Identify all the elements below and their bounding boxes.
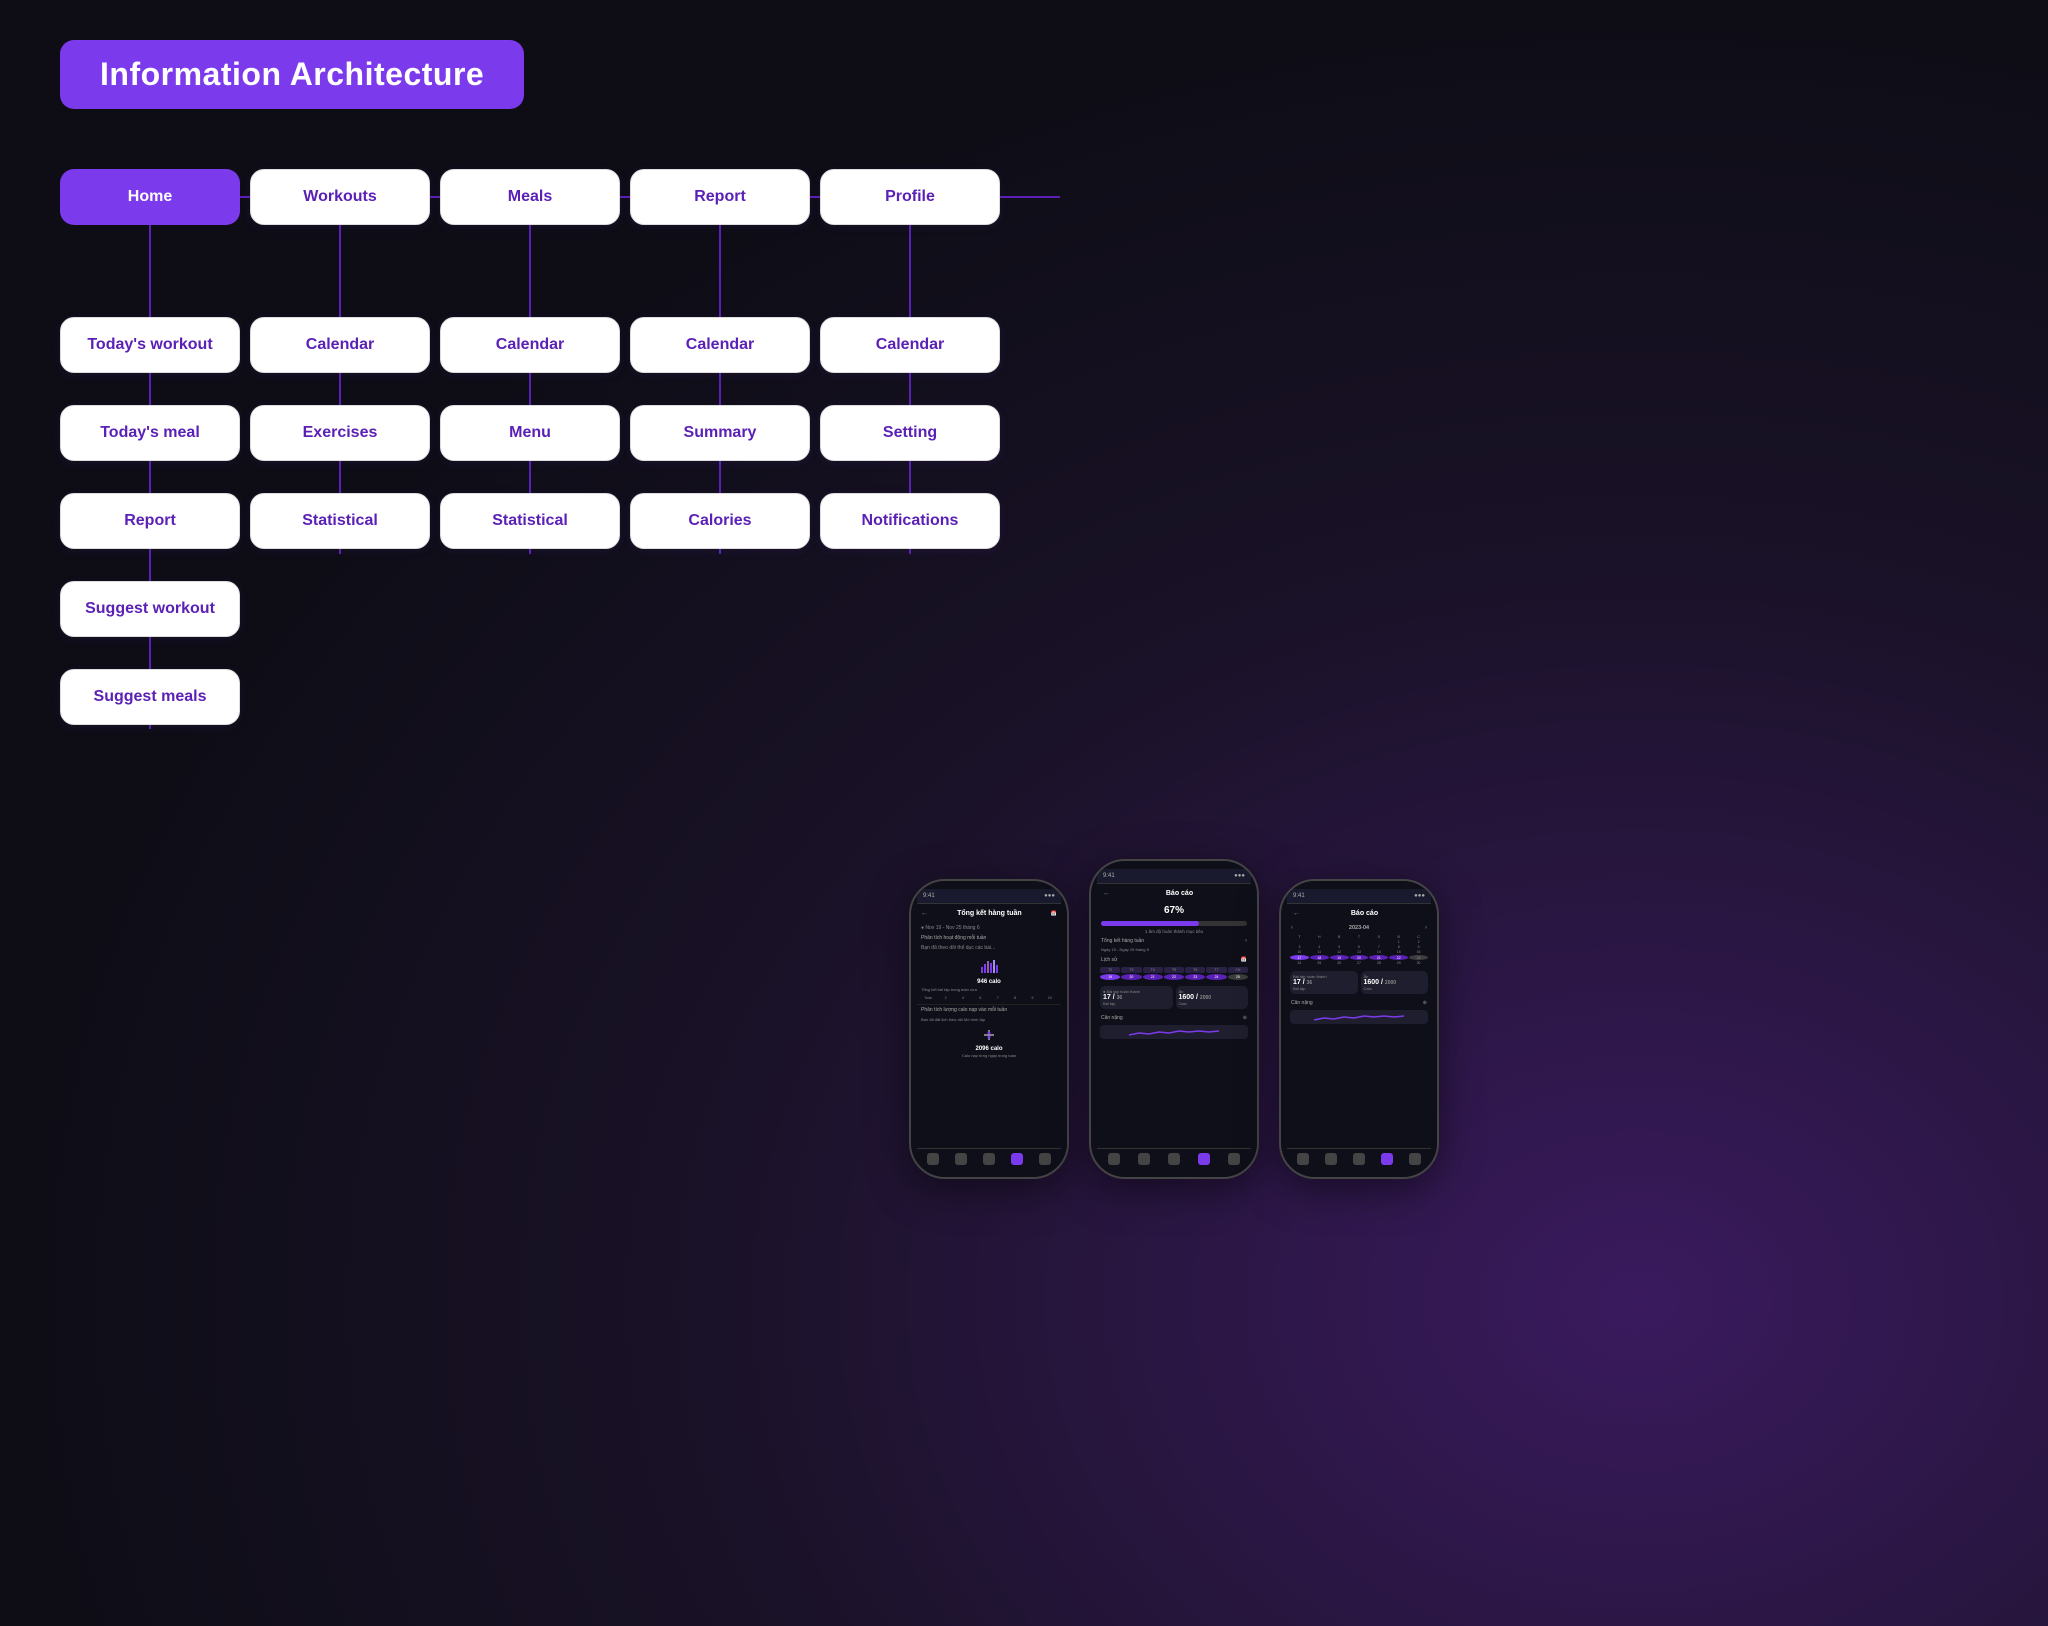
profile-calendar[interactable]: Calendar <box>820 317 1000 373</box>
page-title: Information Architecture <box>100 56 484 93</box>
phones-section: 9:41 ●●● ← Tổng kết hàng tuần 📅 ● Nov 19… <box>60 859 1988 1179</box>
phone3-nav-profile[interactable] <box>1409 1153 1421 1165</box>
nav-home[interactable]: Home <box>60 169 240 225</box>
nav-workouts[interactable]: Workouts <box>250 169 430 225</box>
phone3-nav-meal[interactable] <box>1353 1153 1365 1165</box>
profile-setting[interactable]: Setting <box>820 405 1000 461</box>
meals-menu[interactable]: Menu <box>440 405 620 461</box>
nav-profile[interactable]: Profile <box>820 169 1000 225</box>
report-summary[interactable]: Summary <box>630 405 810 461</box>
home-report[interactable]: Report <box>60 493 240 549</box>
ia-diagram: Home Workouts Meals Report Profile Today… <box>60 169 1110 819</box>
nav-report[interactable]: Report <box>630 169 810 225</box>
workouts-statistical[interactable]: Statistical <box>250 493 430 549</box>
home-today-workout[interactable]: Today's workout <box>60 317 240 373</box>
phone1-nav-home[interactable] <box>927 1153 939 1165</box>
profile-notifications[interactable]: Notifications <box>820 493 1000 549</box>
phone1-nav-meal[interactable] <box>983 1153 995 1165</box>
phone2-nav-home[interactable] <box>1108 1153 1120 1165</box>
phone3-nav-report[interactable] <box>1381 1153 1393 1165</box>
phone2-percent: 67% <box>1097 903 1251 918</box>
phone3-nav-home[interactable] <box>1297 1153 1309 1165</box>
phone3-nav-workout[interactable] <box>1325 1153 1337 1165</box>
phone3-title: Báo cáo <box>1304 907 1425 920</box>
meals-statistical[interactable]: Statistical <box>440 493 620 549</box>
phone2-nav-workout[interactable] <box>1138 1153 1150 1165</box>
workouts-calendar[interactable]: Calendar <box>250 317 430 373</box>
workouts-exercises[interactable]: Exercises <box>250 405 430 461</box>
phone1-title: Tổng kết hàng tuần <box>932 907 1047 920</box>
phone-2: 9:41 ●●● ← Báo cáo 67% 1 âm độ hoàn thàn… <box>1089 859 1259 1179</box>
home-suggest-meals[interactable]: Suggest meals <box>60 669 240 725</box>
meals-calendar[interactable]: Calendar <box>440 317 620 373</box>
phone2-title: Báo cáo <box>1114 887 1245 900</box>
home-suggest-workout[interactable]: Suggest workout <box>60 581 240 637</box>
report-calendar[interactable]: Calendar <box>630 317 810 373</box>
phone-3: 9:41 ●●● ← Báo cáo ‹ 2023-04 › THBTSBC 1… <box>1279 879 1439 1179</box>
nav-meals[interactable]: Meals <box>440 169 620 225</box>
home-today-meal[interactable]: Today's meal <box>60 405 240 461</box>
title-badge: Information Architecture <box>60 40 524 109</box>
phone1-nav-profile[interactable] <box>1039 1153 1051 1165</box>
phone2-nav-profile[interactable] <box>1228 1153 1240 1165</box>
phone1-nav-workout[interactable] <box>955 1153 967 1165</box>
phone1-nav-report[interactable] <box>1011 1153 1023 1165</box>
phone-1: 9:41 ●●● ← Tổng kết hàng tuần 📅 ● Nov 19… <box>909 879 1069 1179</box>
phone2-nav-report[interactable] <box>1198 1153 1210 1165</box>
phone2-nav-meal[interactable] <box>1168 1153 1180 1165</box>
report-calories[interactable]: Calories <box>630 493 810 549</box>
